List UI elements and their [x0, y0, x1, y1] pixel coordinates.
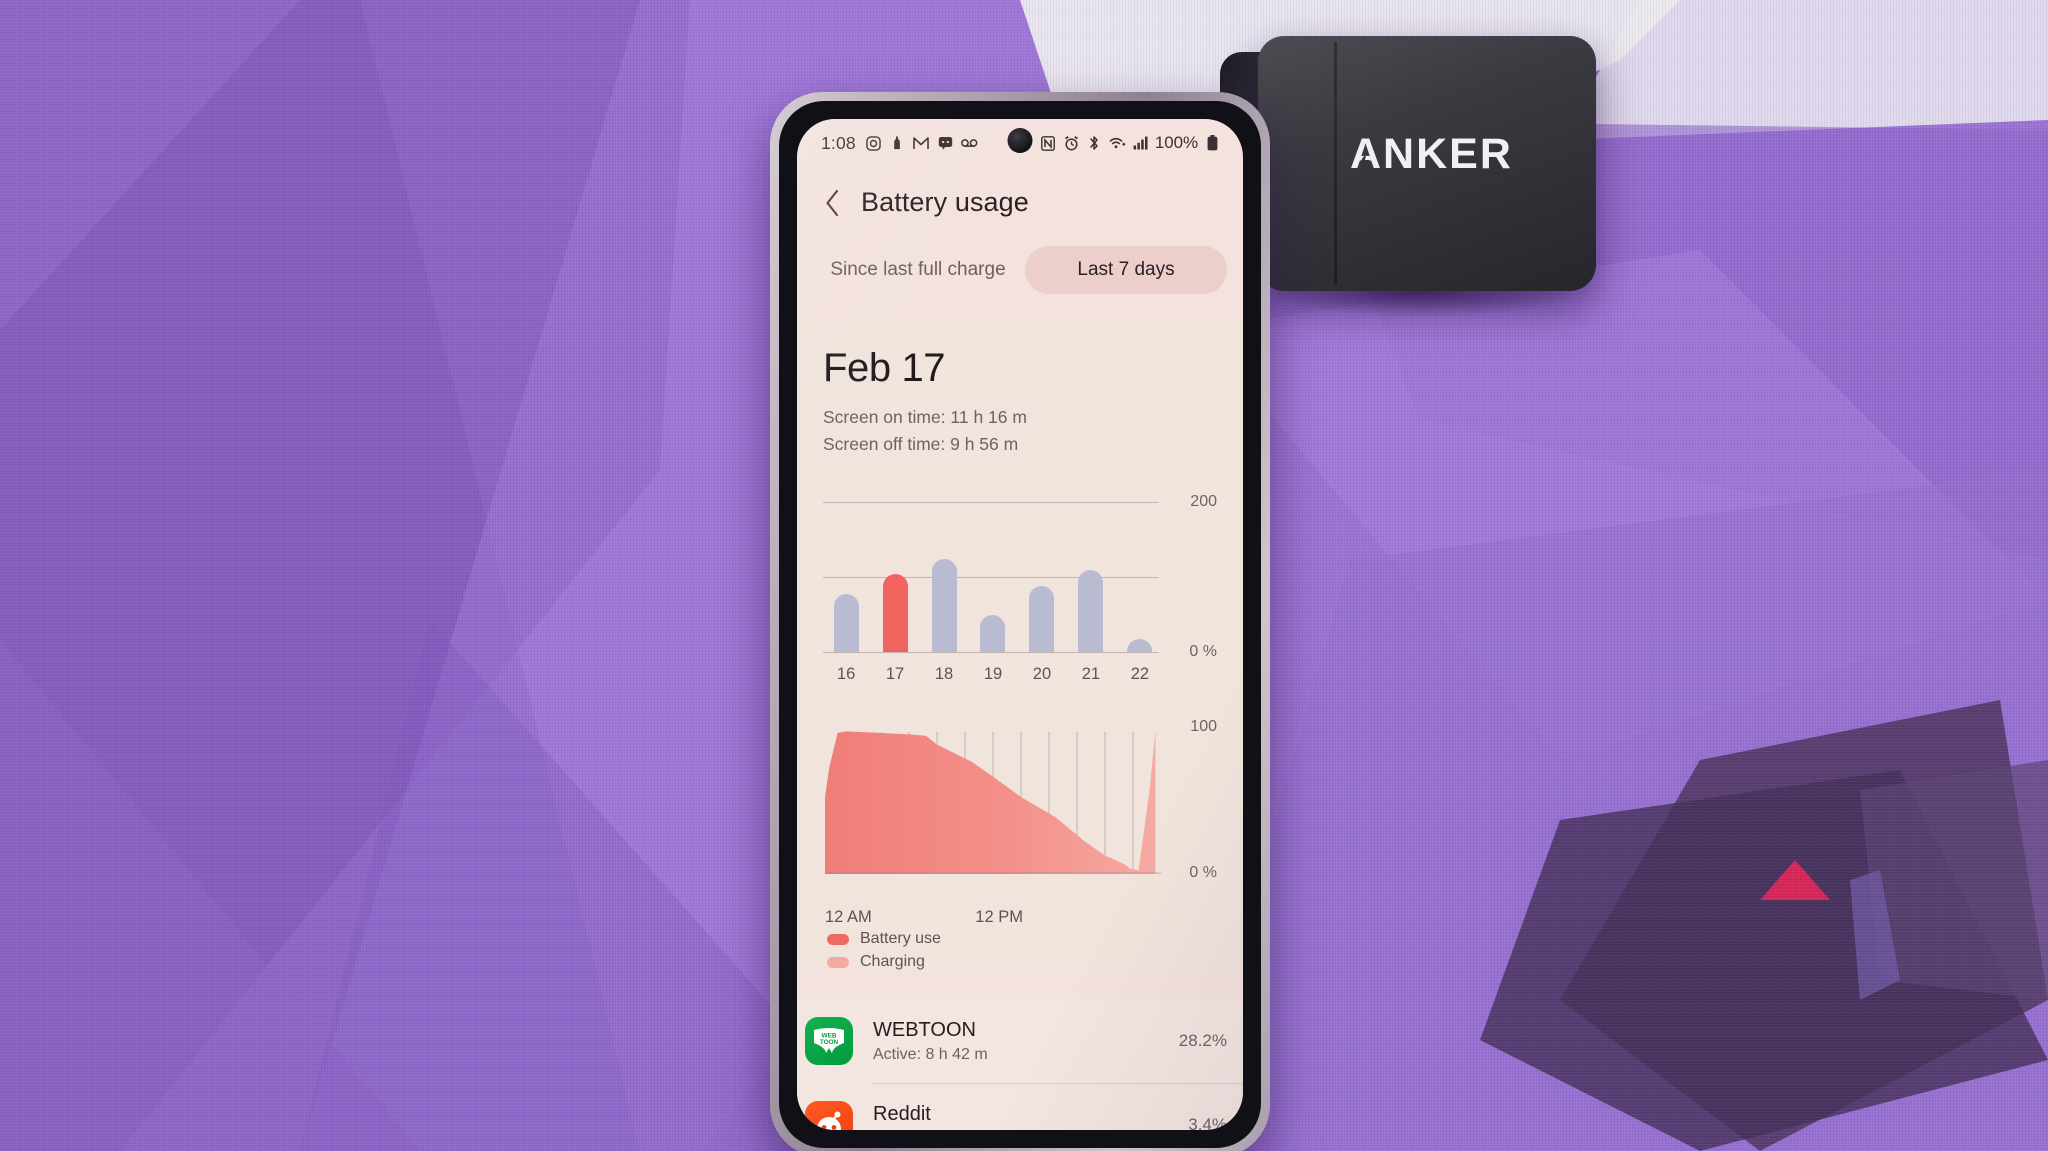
time-label-12pm: 12 PM	[975, 908, 1023, 927]
status-clock: 1:08	[821, 132, 856, 153]
bar-label: 17	[885, 665, 905, 684]
phone-frame: 1:08 100% Battery usage Since last full …	[770, 92, 1270, 1151]
list-item[interactable]: Reddit Active: 50 m 3.4%	[797, 1083, 1243, 1130]
page-title: Battery usage	[861, 187, 1029, 217]
bar[interactable]	[833, 593, 859, 653]
screen-off-time: Screen off time: 9 h 56 m	[823, 434, 1019, 455]
area-plot	[825, 730, 1161, 875]
bar-column[interactable]	[974, 614, 1012, 653]
app-info: WEBTOON Active: 8 h 42 m	[873, 1019, 1179, 1064]
bluetooth-icon	[1086, 135, 1103, 152]
front-camera-punch-hole	[1007, 128, 1033, 153]
bar-column[interactable]	[925, 559, 963, 653]
status-system-icons: 100%	[1040, 133, 1221, 153]
lightning-bolt-icon	[1359, 152, 1370, 172]
screen-on-time: Screen on time: 11 h 16 m	[823, 407, 1027, 427]
bar[interactable]	[1127, 638, 1153, 653]
bar-label: 22	[1130, 665, 1150, 684]
bar-column[interactable]	[1023, 586, 1061, 653]
reddit-icon	[805, 1101, 853, 1130]
app-name: Reddit	[873, 1102, 931, 1125]
bar[interactable]	[931, 559, 957, 653]
area-axis-max-label: 100	[1190, 718, 1217, 736]
bar[interactable]	[1078, 569, 1104, 653]
battery-detail-card: Feb 17 Screen on time: 11 h 16 m Screen …	[797, 320, 1243, 972]
bar-label: 19	[983, 665, 1003, 684]
time-label-12am: 12 AM	[825, 908, 872, 927]
battery-percent-label: 100%	[1154, 133, 1198, 152]
battery-level-area-chart[interactable]: 100 0 % 12 AM 12 PM	[823, 718, 1217, 926]
chevron-left-icon[interactable]	[819, 188, 845, 218]
message-icon	[937, 135, 954, 152]
anker-brand-text: ANKER	[1350, 130, 1513, 178]
nfc-icon	[1040, 135, 1057, 152]
status-notification-icons	[865, 135, 978, 152]
bar-axis-min-label: 0 %	[1189, 643, 1217, 661]
legend-item-battery-use: Battery use	[827, 930, 1217, 948]
period-tab-group: Since last full charge Last 7 days	[797, 224, 1243, 320]
app-percent: 3.4%	[1188, 1115, 1227, 1130]
samsung-phone: 1:08 100% Battery usage Since last full …	[770, 92, 1270, 1151]
gmail-icon	[913, 135, 930, 152]
bar-category-labels: 16 17 18 19 20 21 22	[827, 665, 1159, 684]
bar[interactable]	[882, 574, 908, 653]
bar-label: 18	[934, 665, 954, 684]
charger-seam	[1334, 42, 1337, 285]
tab-since-last-full-charge[interactable]: Since last full charge	[817, 246, 1019, 294]
phone-screen: 1:08 100% Battery usage Since last full …	[797, 119, 1243, 1130]
bar-column[interactable]	[876, 574, 914, 653]
bar-axis-max-label: 200	[1190, 493, 1217, 511]
app-percent: 28.2%	[1178, 1031, 1227, 1051]
bar-label: 20	[1032, 665, 1052, 684]
anker-wordmark: ANKER	[1350, 130, 1540, 178]
area-axis-min-label: 0 %	[1189, 864, 1217, 882]
bar[interactable]	[1029, 586, 1055, 653]
anker-wall-charger: ANKER	[1220, 36, 1596, 317]
bar[interactable]	[980, 614, 1006, 653]
bar-column[interactable]	[827, 593, 865, 653]
chart-legend: Battery use Charging	[827, 930, 1217, 971]
app-usage-list: WEB TOON WEBTOON Active: 8 h 42 m 28.2%	[797, 999, 1243, 1130]
alarm-icon	[1063, 135, 1080, 152]
daily-usage-bar-chart[interactable]: 200 0 % 16 17 18 19 20 21 22	[823, 493, 1217, 683]
legend-swatch-battery-use	[827, 933, 849, 945]
bar-column[interactable]	[1121, 638, 1159, 653]
screen-content[interactable]: 1:08 100% Battery usage Since last full …	[797, 119, 1243, 1130]
battery-full-icon	[1204, 135, 1221, 152]
webtoon-icon: WEB TOON	[805, 1017, 853, 1066]
signal-icon	[1132, 135, 1149, 152]
legend-label-charging: Charging	[860, 953, 925, 971]
charger-front-face: ANKER	[1258, 36, 1596, 291]
app-active-time: Active: 8 h 42 m	[873, 1045, 988, 1063]
status-bar: 1:08 100%	[797, 119, 1243, 163]
app-header: Battery usage	[797, 163, 1243, 224]
app-info: Reddit Active: 50 m	[873, 1103, 1188, 1130]
legend-label-battery-use: Battery use	[860, 930, 941, 948]
bar-column[interactable]	[1072, 569, 1110, 653]
bar-series	[827, 502, 1159, 653]
wifi-icon	[1109, 135, 1126, 152]
svg-text:TOON: TOON	[820, 1039, 839, 1046]
notification-icon	[889, 135, 906, 152]
phone-bezel: 1:08 100% Battery usage Since last full …	[779, 101, 1261, 1148]
app-name: WEBTOON	[873, 1018, 976, 1041]
legend-swatch-charging	[827, 956, 849, 968]
legend-item-charging: Charging	[827, 953, 1217, 971]
gridline-0	[823, 652, 1159, 654]
bar-label: 16	[836, 665, 856, 684]
instagram-icon	[865, 135, 882, 152]
tab-last-7-days[interactable]: Last 7 days	[1025, 246, 1227, 294]
selected-day-title: Feb 17	[823, 346, 946, 390]
voicemail-icon	[960, 135, 978, 152]
list-item[interactable]: WEB TOON WEBTOON Active: 8 h 42 m 28.2%	[797, 999, 1243, 1083]
bar-label: 21	[1081, 665, 1101, 684]
